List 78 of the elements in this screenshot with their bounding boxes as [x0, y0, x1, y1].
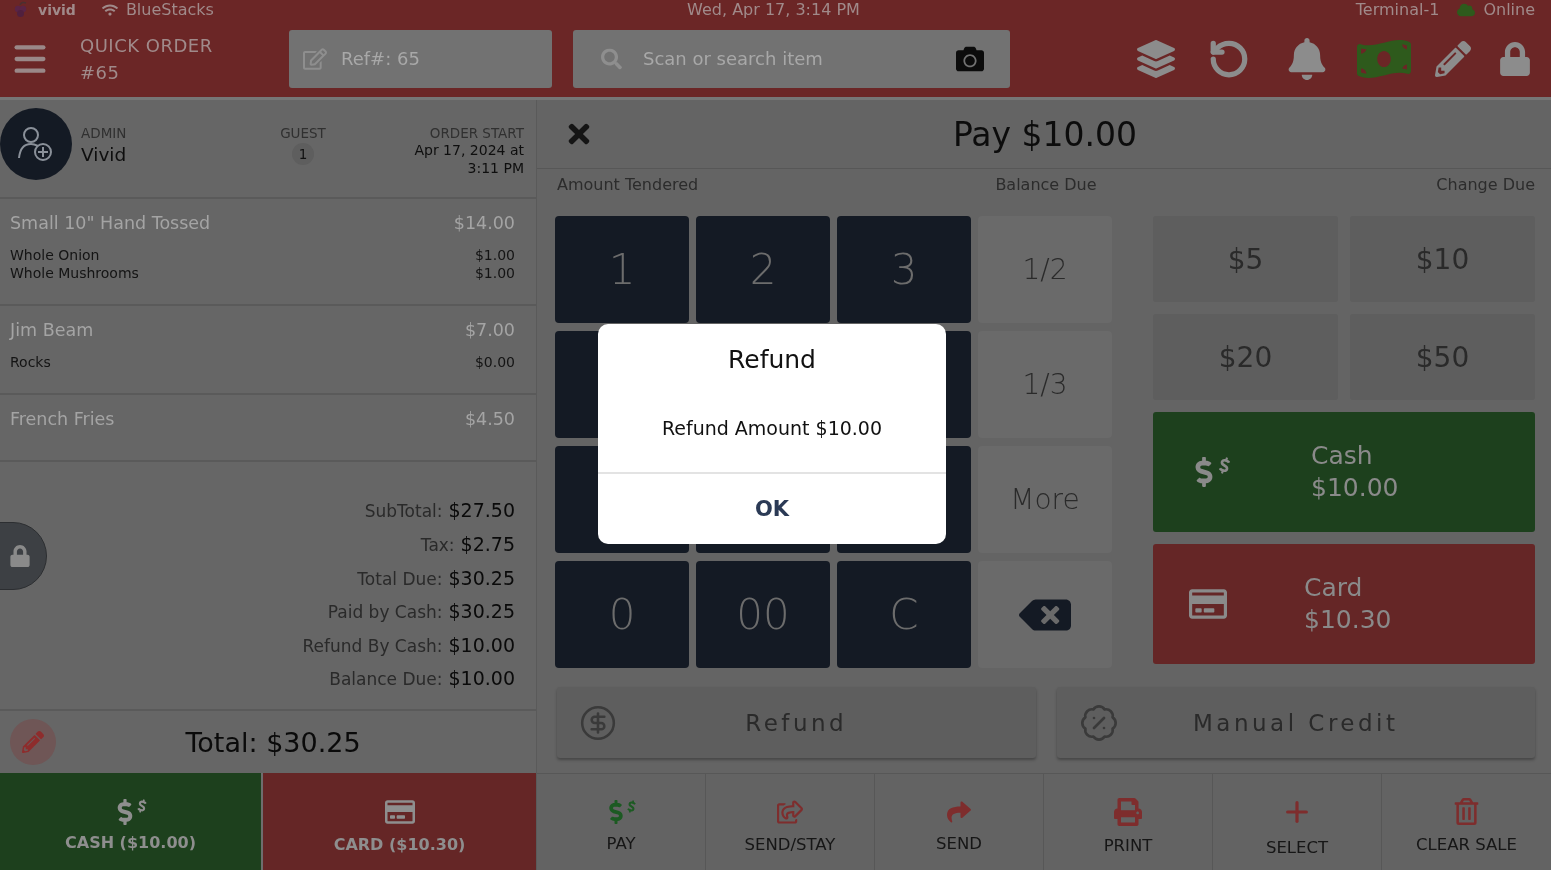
app-name: vivid [38, 1, 76, 19]
total-value: $2.75 [460, 533, 515, 556]
keypad-key[interactable]: More [978, 446, 1112, 553]
tender-button[interactable]: Cash $10.00 [1153, 412, 1535, 532]
item-price: $7.00 [464, 319, 515, 341]
modifier-price: $1.00 [474, 264, 515, 282]
credit-card-icon [384, 797, 415, 827]
total-value: $10.00 [448, 667, 515, 690]
payment-button[interactable]: CARD ($10.30) [263, 773, 536, 870]
item-name: Jim Beam [10, 319, 94, 341]
item-name: French Fries [10, 408, 115, 430]
order-number: #65 [80, 60, 121, 85]
order-start-time: Apr 17, 2024 at [414, 142, 524, 160]
grand-total: Total: $30.25 [185, 726, 361, 758]
total-label: Paid by Cash: [327, 602, 443, 623]
total-value: $30.25 [448, 566, 515, 589]
order-type-title: QUICK ORDER [80, 33, 214, 58]
keypad-key[interactable]: 3 [837, 216, 971, 323]
modifier-name: Rocks [10, 353, 51, 371]
trash-icon [1453, 798, 1480, 825]
tender-label: Cash $10.00 [1311, 440, 1399, 504]
column-label: Amount Tendered [557, 175, 699, 194]
terminal-name: Terminal-1 [1355, 1, 1440, 19]
keypad-key[interactable]: C [837, 561, 971, 668]
network-name: BlueStacks [125, 1, 214, 19]
item-price: $14.00 [453, 212, 515, 234]
modifier-name: Whole Mushrooms [10, 264, 139, 282]
dialog-message: Refund Amount $10.00 [661, 416, 883, 441]
keypad-key[interactable]: 1/2 [978, 216, 1112, 323]
bell-icon [1286, 37, 1328, 80]
lock-icon [9, 545, 31, 567]
pencil-icon [1435, 40, 1471, 77]
payment-button[interactable]: CASH ($10.00) [0, 773, 261, 870]
guest-count: 1 [292, 143, 314, 165]
tender-button[interactable]: Card $10.30 [1153, 544, 1535, 664]
search-icon [601, 48, 622, 69]
item-name: Small 10" Hand Tossed [10, 212, 211, 234]
keypad-key[interactable]: 0 [555, 561, 689, 668]
layers-icon [1137, 39, 1175, 78]
column-label: Change Due [1436, 175, 1535, 194]
total-label: Tax: [420, 535, 455, 556]
lock-icon [1498, 41, 1532, 76]
customer-name: Vivid [81, 143, 127, 167]
user-add-icon [17, 125, 55, 163]
pencil-icon [22, 731, 44, 753]
share-arrow-icon [947, 799, 971, 824]
percent-badge-icon [1078, 702, 1119, 743]
modifier-name: Whole Onion [10, 246, 100, 264]
pay-title: Pay $10.00 [952, 114, 1138, 154]
total-label: Total Due: [357, 568, 443, 589]
dialog-title: Refund [728, 344, 816, 376]
column-label: Balance Due [995, 175, 1097, 194]
dollar-circle-icon [579, 703, 617, 742]
ok-button[interactable]: OK [598, 472, 946, 544]
total-label: Balance Due: [329, 669, 443, 690]
date-time: Wed, Apr 17, 3:14 PM [687, 1, 860, 19]
modifier-price: $1.00 [474, 246, 515, 264]
wifi-icon [101, 2, 118, 18]
tender-label: Card $10.30 [1304, 572, 1392, 636]
cloud-icon [1457, 1, 1476, 19]
keypad-key[interactable]: 2 [696, 216, 830, 323]
total-label: Refund By Cash: [302, 635, 443, 656]
total-value: $10.00 [448, 633, 515, 656]
keypad-key[interactable]: 1 [555, 216, 689, 323]
keypad-key[interactable]: 00 [696, 561, 830, 668]
printer-icon [1114, 797, 1142, 826]
modifier-price: $0.00 [474, 353, 515, 371]
total-value: $27.50 [448, 499, 515, 522]
backspace-key[interactable] [978, 561, 1112, 668]
edit-icon [303, 46, 327, 71]
order-start-time: 3:11 PM [467, 159, 524, 177]
share-box-icon [777, 798, 803, 825]
total-label: SubTotal: [364, 501, 443, 522]
total-value: $30.25 [448, 600, 515, 623]
keypad-key[interactable]: 1/3 [978, 331, 1112, 438]
item-price: $4.50 [464, 408, 515, 430]
camera-icon [956, 44, 984, 73]
connection-status: Online [1483, 1, 1535, 19]
